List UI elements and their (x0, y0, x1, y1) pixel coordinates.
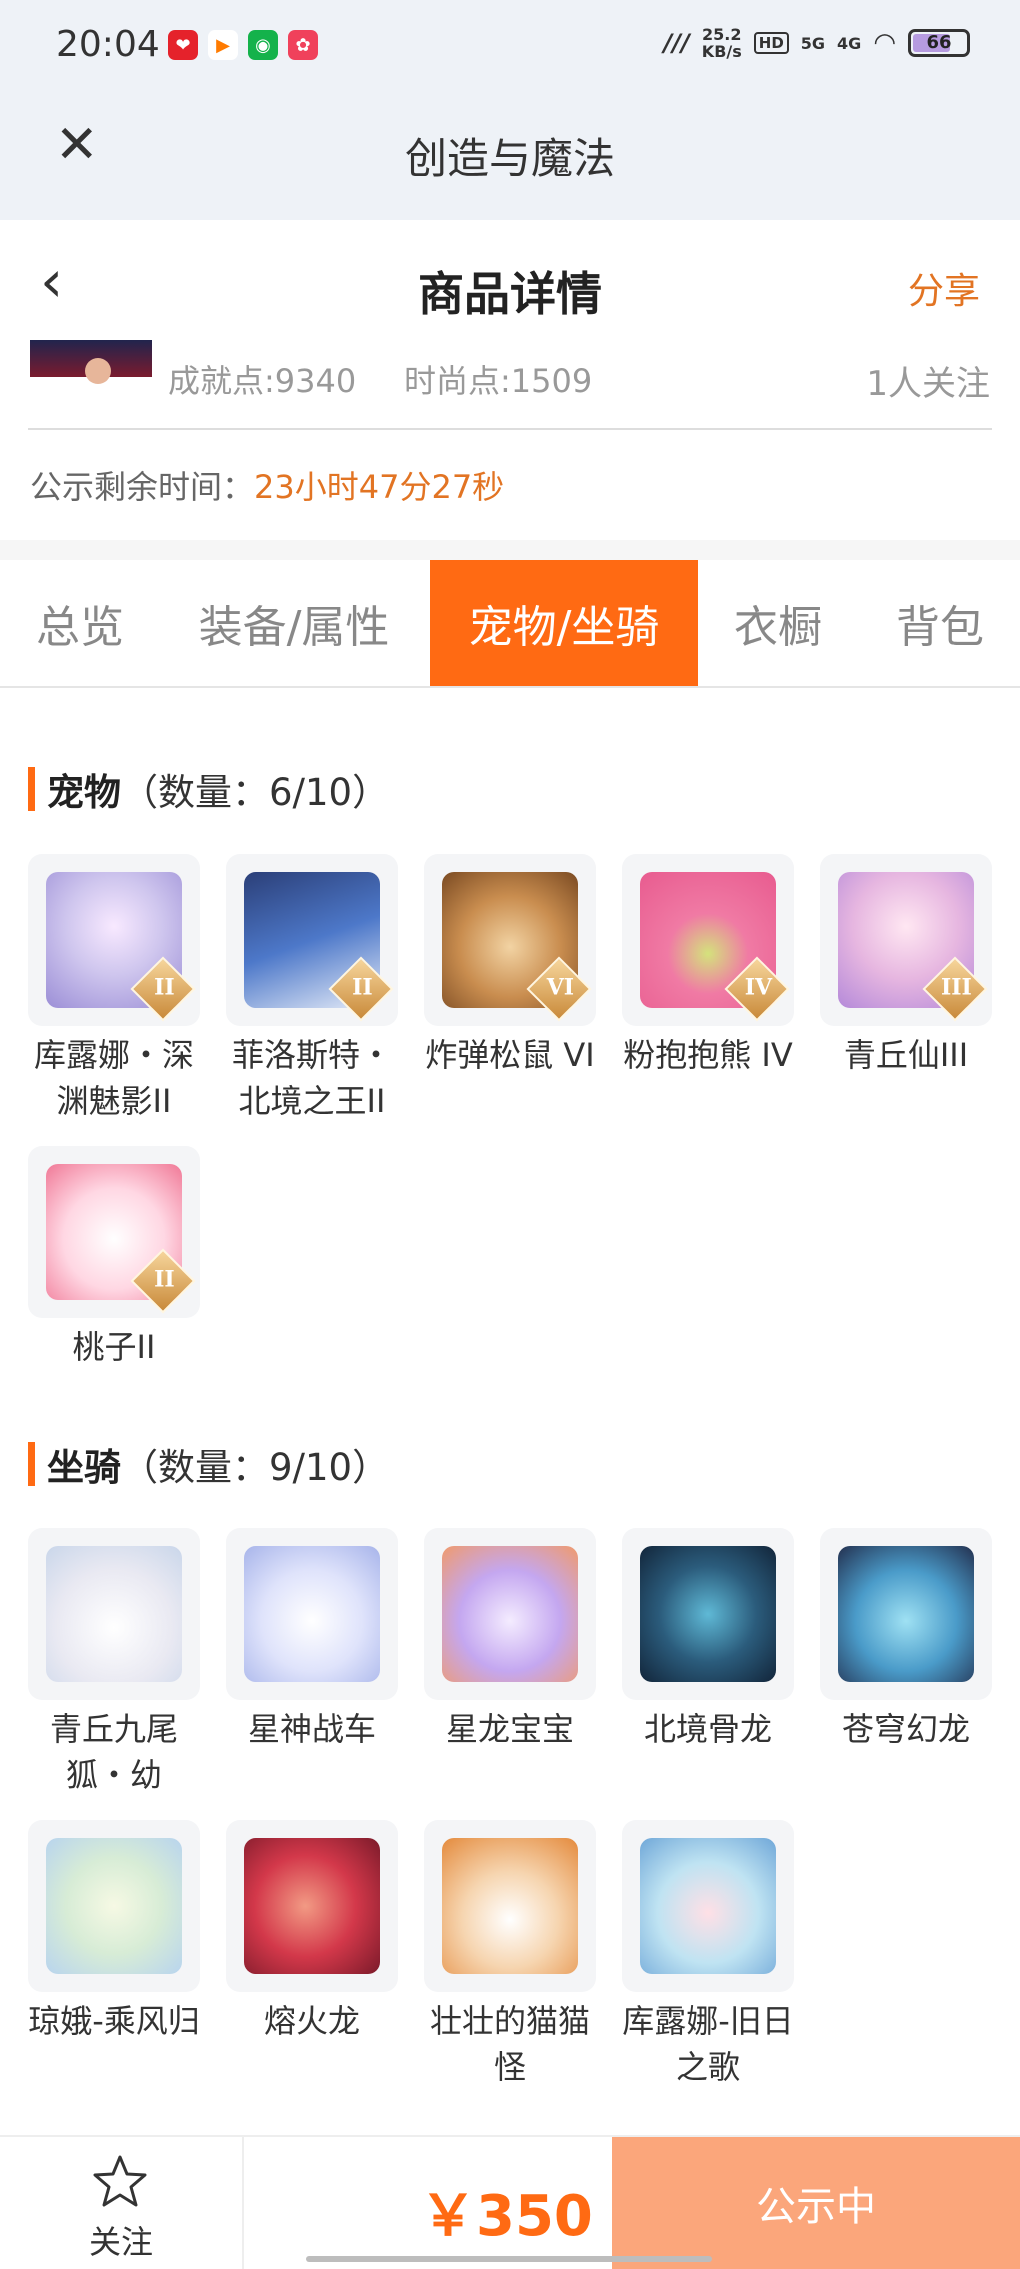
countdown-value: 23小时47分27秒 (254, 468, 505, 506)
mount-thumbnail (424, 1528, 596, 1700)
hd-icon: HD (753, 32, 789, 54)
character-info: 成就点:9340 时尚点:1509 1人关注 (0, 340, 1020, 430)
mount-thumbnail (226, 1820, 398, 1992)
tab-pets-mounts[interactable]: 宠物/坐骑 (430, 560, 698, 686)
countdown: 公示剩余时间：23小时47分27秒 (30, 462, 504, 508)
pet-name: 菲洛斯特・北境之王II (231, 1036, 392, 1120)
pet-name: 桃子II (72, 1328, 156, 1366)
pets-section-title: 宠物 （数量：6/10） (28, 762, 389, 816)
pet-thumbnail: II (28, 1146, 200, 1318)
mount-name: 苍穹幻龙 (841, 1710, 970, 1748)
mount-name: 库露娜-旧日之歌 (622, 2002, 794, 2086)
section-marker (28, 1442, 35, 1486)
tab-wardrobe[interactable]: 衣橱 (716, 560, 840, 686)
battery-level: 66 (926, 32, 952, 53)
mount-item[interactable]: 壮壮的猫猫怪 (424, 1820, 596, 2090)
pet-thumbnail: IV (622, 854, 794, 1026)
page-header: ‹ 商品详情 分享 (0, 220, 1020, 340)
pet-item[interactable]: VI 炸弹松鼠 VI (424, 854, 596, 1078)
network-speed-value: 25.2 (702, 25, 742, 44)
app-title: 创造与魔法 (404, 134, 615, 183)
pet-item[interactable]: II 菲洛斯特・北境之王II (226, 854, 398, 1124)
mount-thumbnail (28, 1820, 200, 1992)
network-speed-unit: KB/s (701, 42, 742, 61)
section-count: （数量：9/10） (121, 1446, 390, 1489)
mount-thumbnail (622, 1528, 794, 1700)
avatar (30, 340, 152, 402)
mount-item[interactable]: 北境骨龙 (622, 1528, 794, 1752)
mount-item[interactable]: 苍穹幻龙 (820, 1528, 992, 1752)
price: ￥350 (420, 2184, 593, 2249)
tab-equipment[interactable]: 装备/属性 (178, 560, 410, 686)
follow-button[interactable]: 关注 (0, 2137, 244, 2269)
app-notification-icon: ◉ (248, 30, 278, 60)
mount-thumbnail (28, 1528, 200, 1700)
nfc-icon: /// (663, 29, 690, 57)
pet-item[interactable]: II 库露娜・深渊魅影II (28, 854, 200, 1124)
mount-item[interactable]: 琼娥-乘风归 (28, 1820, 200, 2044)
mount-item[interactable]: 熔火龙 (226, 1820, 398, 2044)
mount-name: 熔火龙 (263, 2002, 360, 2040)
tab-bar: 总览 装备/属性 宠物/坐骑 衣橱 背包 (0, 560, 1020, 688)
watcher-count: 1人关注 (866, 364, 990, 404)
pet-name: 库露娜・深渊魅影II (33, 1036, 194, 1120)
app-notification-icon: ❤ (168, 30, 198, 60)
pet-name: 青丘仙III (843, 1036, 969, 1074)
mount-item[interactable]: 库露娜-旧日之歌 (622, 1820, 794, 2090)
fashion-points: 时尚点:1509 (404, 362, 593, 400)
mount-name: 星龙宝宝 (445, 1710, 574, 1748)
app-notification-icon: ✿ (288, 30, 318, 60)
mount-name: 青丘九尾狐・幼 (49, 1710, 178, 1794)
mount-thumbnail (622, 1820, 794, 1992)
mount-name: 琼娥-乘风归 (28, 2002, 200, 2040)
wifi-icon: ◠ (873, 28, 896, 58)
signal-5g-icon: 5G (800, 33, 826, 53)
tab-overview[interactable]: 总览 (0, 560, 160, 686)
achievement-points: 成就点:9340 (168, 362, 357, 400)
status-bar: 20:04 ❤ ▶ ◉ ✿ /// 25.2 KB/s HD 5G 4G ◠ 6… (0, 0, 1020, 95)
mount-thumbnail (226, 1528, 398, 1700)
tab-backpack[interactable]: 背包 (870, 560, 1010, 686)
share-button[interactable]: 分享 (908, 262, 980, 314)
network-speed: 25.2 KB/s (702, 26, 742, 60)
follow-label: 关注 (88, 2223, 153, 2261)
notification-icons: ❤ ▶ ◉ ✿ (168, 30, 318, 60)
pet-name: 炸弹松鼠 VI (425, 1036, 595, 1074)
pet-thumbnail: VI (424, 854, 596, 1026)
pet-item[interactable]: III 青丘仙III (820, 854, 992, 1078)
divider (28, 428, 992, 430)
pet-thumbnail: II (226, 854, 398, 1026)
mount-name: 星神战车 (247, 1710, 376, 1748)
mounts-section-title: 坐骑 （数量：9/10） (28, 1437, 389, 1491)
page-title: 商品详情 (418, 267, 602, 321)
section-separator (0, 540, 1020, 560)
home-indicator[interactable] (306, 2256, 712, 2262)
mount-item[interactable]: 青丘九尾狐・幼 (28, 1528, 200, 1798)
pet-item[interactable]: IV 粉抱抱熊 IV (622, 854, 794, 1078)
listing-status-button[interactable]: 公示中 (612, 2137, 1020, 2269)
status-indicators: /// 25.2 KB/s HD 5G 4G ◠ 66 (663, 26, 970, 60)
app-header: ✕ 创造与魔法 (0, 95, 1020, 220)
pet-item[interactable]: II 桃子II (28, 1146, 200, 1370)
countdown-label: 公示剩余时间： (30, 468, 255, 506)
star-icon (93, 2155, 147, 2207)
signal-4g-icon: 4G (837, 33, 862, 53)
section-count: （数量：6/10） (121, 771, 390, 814)
mount-item[interactable]: 星神战车 (226, 1528, 398, 1752)
pet-thumbnail: II (28, 854, 200, 1026)
mount-name: 壮壮的猫猫怪 (429, 2002, 590, 2086)
pet-name: 粉抱抱熊 IV (623, 1036, 793, 1074)
pet-thumbnail: III (820, 854, 992, 1026)
section-name: 坐骑 (47, 1446, 121, 1489)
status-time: 20:04 (56, 24, 160, 65)
section-marker (28, 767, 35, 811)
section-name: 宠物 (47, 771, 121, 814)
mount-thumbnail (424, 1820, 596, 1992)
app-notification-icon: ▶ (208, 30, 238, 60)
battery-icon: 66 (908, 29, 970, 57)
mount-item[interactable]: 星龙宝宝 (424, 1528, 596, 1752)
bottom-bar: 关注 ￥350 公示中 (0, 2135, 1020, 2269)
mount-name: 北境骨龙 (643, 1710, 772, 1748)
mount-thumbnail (820, 1528, 992, 1700)
